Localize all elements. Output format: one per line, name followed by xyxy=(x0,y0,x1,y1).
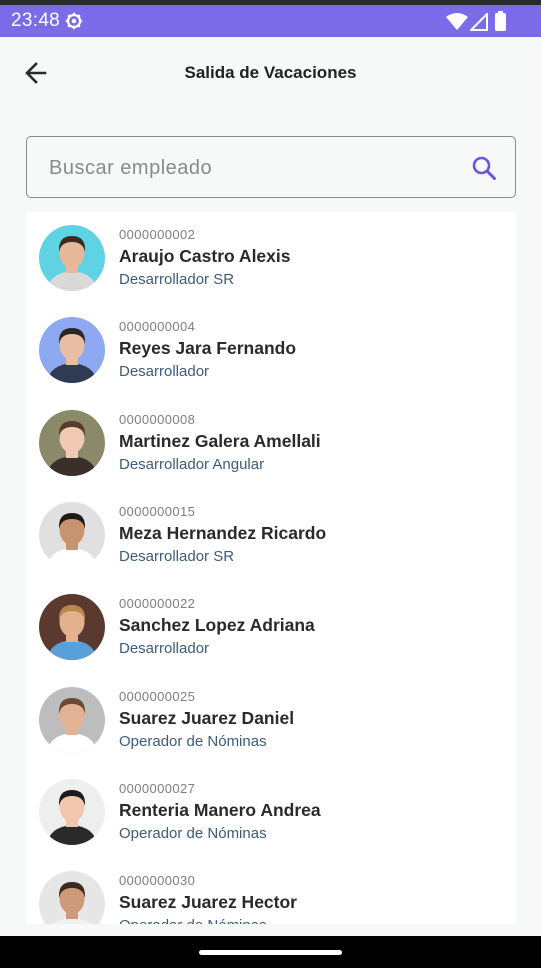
employee-id: 0000000004 xyxy=(119,319,196,334)
employee-id: 0000000022 xyxy=(119,596,196,611)
page-title: Salida de Vacaciones xyxy=(184,63,357,82)
employee-name: Suarez Juarez Daniel xyxy=(119,708,295,728)
battery-icon xyxy=(495,11,506,31)
avatar xyxy=(39,687,105,753)
employee-name: Araujo Castro Alexis xyxy=(119,246,291,266)
avatar xyxy=(39,225,105,291)
avatar xyxy=(39,594,105,660)
list-item[interactable]: 0000000025 Suarez Juarez Daniel Operador d… xyxy=(26,674,516,766)
employee-role: Desarrollador xyxy=(119,640,210,657)
employee-id: 0000000008 xyxy=(119,412,196,427)
employee-name: Sanchez Lopez Adriana xyxy=(119,615,315,635)
avatar xyxy=(39,871,105,924)
employee-id: 0000000027 xyxy=(119,781,196,796)
employee-role: Desarrollador xyxy=(119,363,210,380)
employee-name: Reyes Jara Fernando xyxy=(119,338,297,358)
employee-id: 0000000030 xyxy=(119,873,196,888)
employee-name: Martinez Galera Amellali xyxy=(119,431,321,451)
status-time: 23:48 xyxy=(11,10,61,31)
list-item[interactable]: 0000000004 Reyes Jara Fernando Desarrollad… xyxy=(26,304,516,396)
employee-role: Desarrollador Angular xyxy=(119,456,265,473)
employee-name: Suarez Juarez Hector xyxy=(119,892,297,912)
employee-role: Operador de Nóminas xyxy=(119,917,267,924)
avatar xyxy=(39,779,105,845)
employee-name: Meza Hernandez Ricardo xyxy=(119,523,327,543)
list-item[interactable]: 0000000027 Renteria Manero Andrea Operador… xyxy=(26,766,516,858)
list-item[interactable]: 0000000022 Sanchez Lopez Adriana Desarroll… xyxy=(26,581,516,673)
app-bar: Salida de Vacaciones xyxy=(0,37,541,109)
avatar xyxy=(39,502,105,568)
employee-list: 0000000002 Araujo Castro Alexis Desarrolla… xyxy=(26,212,516,924)
employee-role: Operador de Nóminas xyxy=(119,733,267,750)
search-input[interactable] xyxy=(47,145,451,191)
employee-role: Desarrollador SR xyxy=(119,271,235,288)
list-item[interactable]: 0000000015 Meza Hernandez Ricardo Desarrol… xyxy=(26,489,516,581)
status-bar: 23:48 xyxy=(0,0,541,37)
list-item[interactable]: 0000000002 Araujo Castro Alexis Desarrolla… xyxy=(26,212,516,304)
home-gesture-handle[interactable] xyxy=(199,950,342,955)
gear-icon xyxy=(65,12,83,30)
list-item[interactable]: 0000000008 Martinez Galera Amellali Desarr… xyxy=(26,397,516,489)
wifi-icon xyxy=(446,13,468,30)
list-item[interactable]: 0000000030 Suarez Juarez Hector Operador d… xyxy=(26,858,516,924)
signal-icon xyxy=(470,13,488,31)
employee-id: 0000000015 xyxy=(119,504,196,519)
avatar xyxy=(39,410,105,476)
employee-role: Desarrollador SR xyxy=(119,548,235,565)
employee-id: 0000000002 xyxy=(119,227,196,242)
navigation-bar xyxy=(0,936,541,968)
search-box xyxy=(26,136,516,198)
employee-role: Operador de Nóminas xyxy=(119,825,267,842)
avatar xyxy=(39,317,105,383)
employee-id: 0000000025 xyxy=(119,689,196,704)
employee-name: Renteria Manero Andrea xyxy=(119,800,321,820)
search-icon[interactable] xyxy=(471,155,497,181)
